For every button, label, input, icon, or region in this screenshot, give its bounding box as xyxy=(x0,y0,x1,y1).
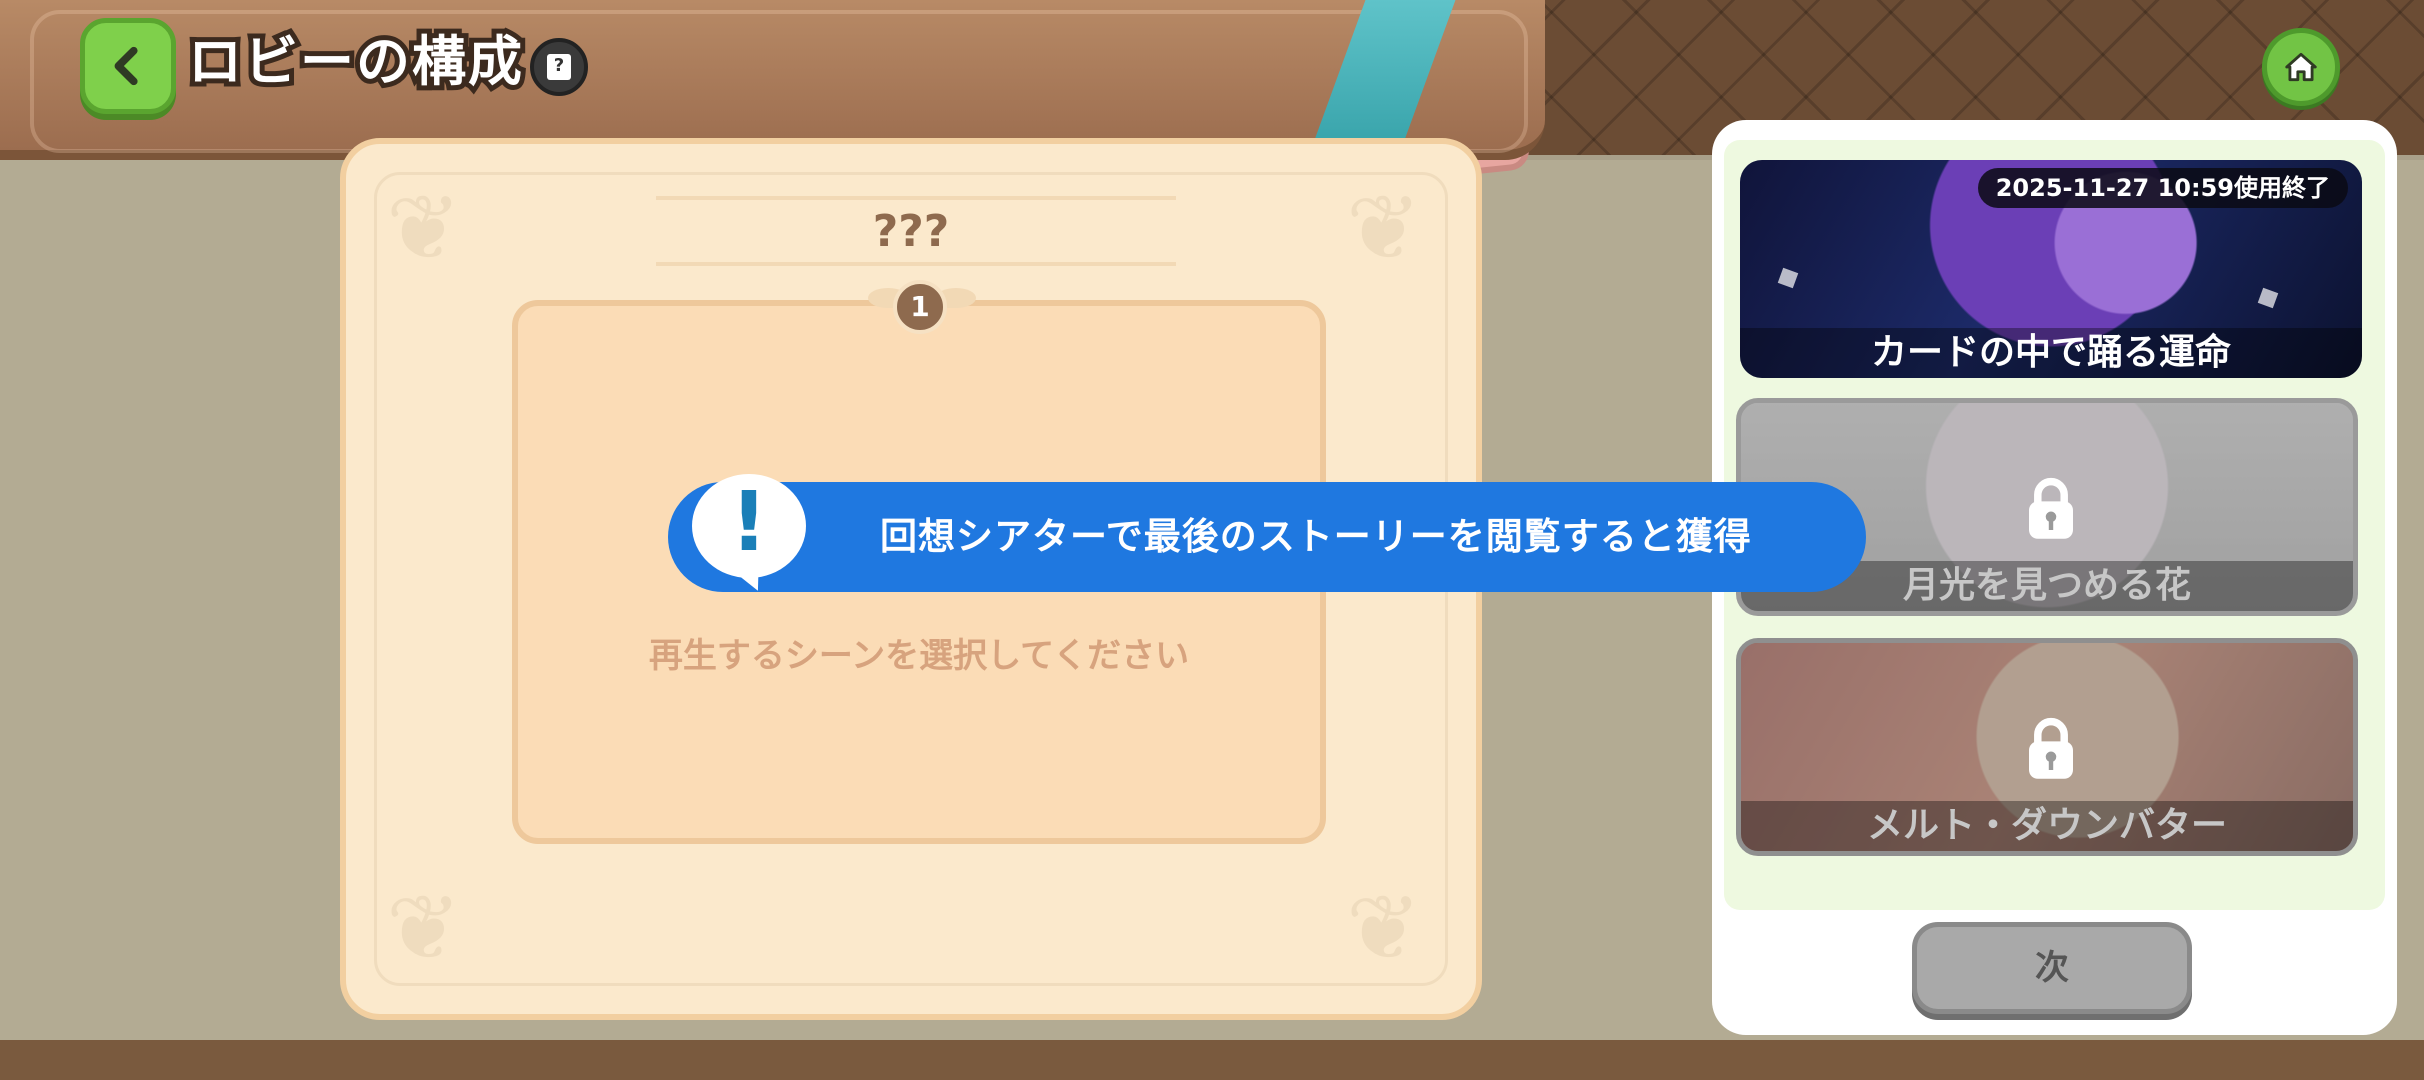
home-icon xyxy=(2285,52,2317,82)
scene-card-1[interactable]: 2025-11-27 10:59使用終了 カードの中で踊る運命 xyxy=(1740,160,2362,378)
exclamation-mark: ! xyxy=(730,475,768,570)
exclamation-bubble-icon: ! xyxy=(692,474,806,578)
scene-hint-text: 再生するシーンを選択してください xyxy=(648,636,1190,676)
background-bottom xyxy=(0,1040,2424,1080)
scene-number-badge: 1 xyxy=(893,280,947,334)
title-divider-top xyxy=(656,196,1176,200)
next-button[interactable]: 次 xyxy=(1912,922,2192,1014)
unlock-hint-text: 回想シアターで最後のストーリーを閲覧すると獲得 xyxy=(880,515,1752,558)
card-title: メルト・ダウンバター xyxy=(1866,805,2227,846)
card-title: カードの中で踊る運命 xyxy=(1870,332,2231,373)
title-divider-bottom xyxy=(656,262,1176,266)
unlock-hint-banner: ! 回想シアターで最後のストーリーを閲覧すると獲得 xyxy=(668,474,1866,597)
page-title: ロビーの構成 xyxy=(183,25,527,98)
scene-title: ??? xyxy=(872,206,950,257)
help-icon: ? xyxy=(547,54,571,80)
corner-ornament-icon: ❦ xyxy=(386,876,462,981)
lock-icon xyxy=(2029,477,2073,539)
corner-ornament-icon: ❦ xyxy=(1346,876,1422,981)
card-expiry-badge: 2025-11-27 10:59使用終了 xyxy=(1977,168,2348,208)
scene-card-3[interactable]: メルト・ダウンバター xyxy=(1736,638,2358,856)
sparkle-decoration xyxy=(2257,287,2279,309)
back-button[interactable] xyxy=(80,18,176,114)
help-button[interactable]: ? xyxy=(530,38,588,96)
lock-icon xyxy=(2029,717,2073,779)
sparkle-decoration xyxy=(1777,267,1799,289)
back-arrow-icon xyxy=(114,46,138,86)
home-button[interactable] xyxy=(2262,28,2340,106)
